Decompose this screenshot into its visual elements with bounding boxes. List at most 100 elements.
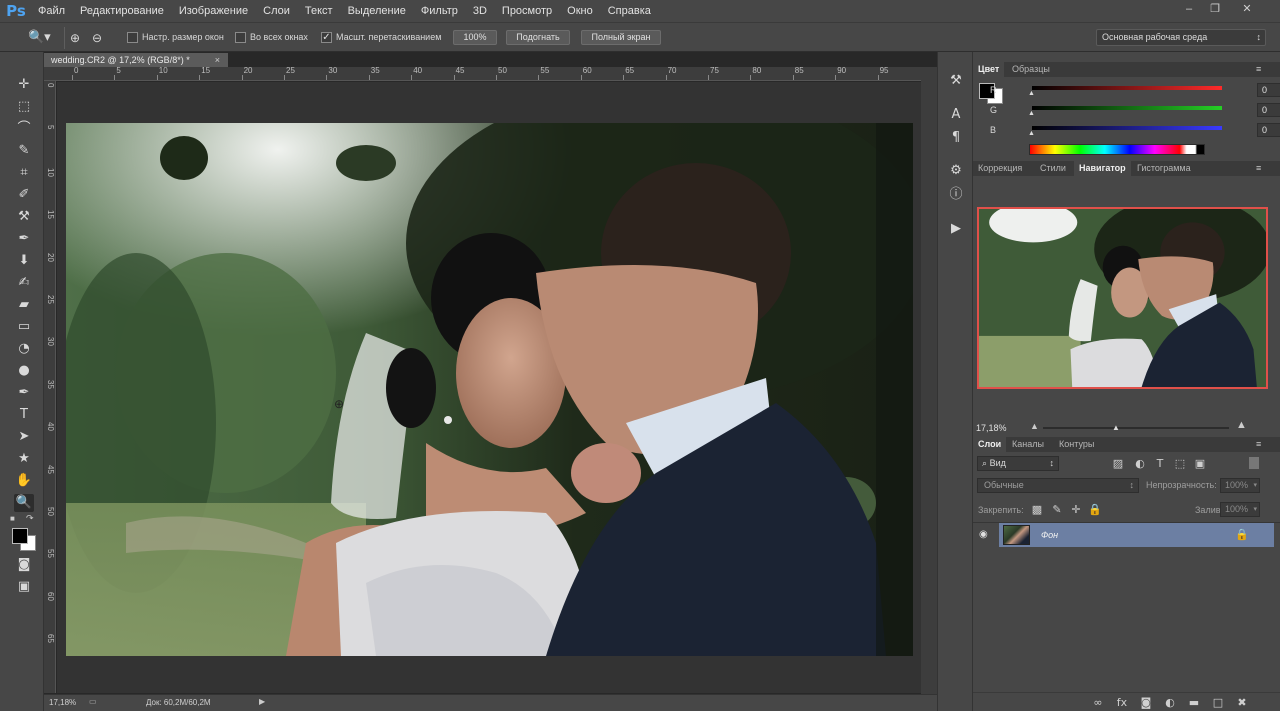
zoom-tool-icon[interactable]: 🔍 bbox=[14, 494, 34, 512]
navigator-zoom-in-icon[interactable]: ▲ bbox=[1236, 419, 1247, 431]
vertical-scrollbar[interactable] bbox=[921, 67, 937, 694]
shape-tool-icon[interactable]: ★ bbox=[14, 450, 34, 468]
layer-style-icon[interactable]: fx bbox=[1115, 696, 1129, 710]
minimize-icon[interactable]: – bbox=[1180, 2, 1198, 16]
tool-presets-icon[interactable]: ⚙ bbox=[947, 162, 965, 180]
navigator-preview[interactable] bbox=[977, 207, 1268, 389]
workspace-dropdown[interactable]: Основная рабочая среда ↕ bbox=[1096, 29, 1266, 46]
eraser-tool-icon[interactable]: ▰ bbox=[14, 296, 34, 314]
navigator-zoom-slider[interactable] bbox=[1043, 427, 1229, 429]
menu-window[interactable]: Окно bbox=[561, 0, 602, 22]
menu-type[interactable]: Текст bbox=[299, 0, 342, 22]
status-export-icon[interactable]: ▭ bbox=[89, 697, 97, 706]
tab-channels[interactable]: Каналы bbox=[1007, 437, 1049, 452]
menu-help[interactable]: Справка bbox=[602, 0, 660, 22]
filter-type-icon[interactable]: T bbox=[1153, 457, 1167, 471]
lock-pixels-icon[interactable]: ✎ bbox=[1050, 503, 1064, 517]
filter-shape-icon[interactable]: ⬚ bbox=[1173, 457, 1187, 471]
tab-layers[interactable]: Слои bbox=[973, 437, 1007, 452]
blur-tool-icon[interactable]: ◔ bbox=[14, 340, 34, 358]
menu-filter[interactable]: Фильтр bbox=[415, 0, 467, 22]
eyedropper-tool-icon[interactable]: ✐ bbox=[14, 186, 34, 204]
menu-edit[interactable]: Редактирование bbox=[74, 0, 173, 22]
close-icon[interactable]: ✕ bbox=[1238, 2, 1256, 16]
restore-icon[interactable]: ❐ bbox=[1206, 2, 1224, 16]
menu-select[interactable]: Выделение bbox=[342, 0, 415, 22]
tab-color[interactable]: Цвет bbox=[973, 62, 1005, 77]
color-spectrum-ramp[interactable] bbox=[1029, 144, 1205, 155]
blue-slider[interactable]: B ▲ 0 bbox=[990, 123, 1280, 137]
vertical-ruler[interactable]: 0 5 10 15 20 25 30 35 40 45 50 55 60 65 bbox=[44, 81, 56, 693]
move-tool-icon[interactable]: ✛ bbox=[14, 76, 34, 94]
panel-menu-icon[interactable]: ≡ bbox=[1251, 437, 1266, 452]
red-value[interactable]: 0 bbox=[1257, 83, 1280, 97]
hand-tool-icon[interactable]: ✋ bbox=[14, 472, 34, 490]
status-zoom[interactable]: 17,18% bbox=[49, 698, 76, 707]
red-thumb-icon[interactable]: ▲ bbox=[1028, 90, 1035, 97]
navigator-zoom-thumb-icon[interactable]: ▲ bbox=[1112, 423, 1120, 432]
tab-styles[interactable]: Стили bbox=[1035, 161, 1071, 176]
navigator-zoom-value[interactable]: 17,18% bbox=[976, 423, 1007, 433]
actual-pixels-button[interactable]: 100% bbox=[453, 30, 497, 45]
lock-position-icon[interactable]: ✛ bbox=[1069, 503, 1083, 517]
layer-name[interactable]: Фон bbox=[1041, 530, 1058, 540]
tab-paths[interactable]: Контуры bbox=[1054, 437, 1099, 452]
tab-adjustments[interactable]: Коррекция bbox=[973, 161, 1027, 176]
green-thumb-icon[interactable]: ▲ bbox=[1028, 110, 1035, 117]
status-menu-arrow-icon[interactable]: ▶ bbox=[259, 697, 265, 706]
red-slider[interactable]: R ▲ 0 bbox=[990, 83, 1280, 97]
add-mask-icon[interactable]: ◙ bbox=[1139, 696, 1153, 710]
pen-tool-icon[interactable]: ✒ bbox=[14, 384, 34, 402]
green-slider[interactable]: G ▲ 0 bbox=[990, 103, 1280, 117]
wedding-photo[interactable]: ⊕ bbox=[66, 123, 913, 656]
type-tool-icon[interactable]: T bbox=[14, 406, 34, 424]
menu-view[interactable]: Просмотр bbox=[496, 0, 561, 22]
tab-navigator[interactable]: Навигатор bbox=[1074, 161, 1131, 176]
info-icon[interactable]: ⓘ bbox=[947, 186, 965, 204]
menu-file[interactable]: Файл bbox=[32, 0, 74, 22]
clone-stamp-icon[interactable]: ⬇ bbox=[14, 252, 34, 270]
layer-filter-dropdown[interactable]: ⌕ Вид ↕ bbox=[977, 456, 1059, 471]
fit-screen-button[interactable]: Подогнать bbox=[506, 30, 570, 45]
blue-value[interactable]: 0 bbox=[1257, 123, 1280, 137]
marquee-tool-icon[interactable]: ⬚ bbox=[14, 98, 34, 116]
filter-adjustment-icon[interactable]: ◐ bbox=[1133, 457, 1147, 471]
history-brush-icon[interactable]: ✍ bbox=[14, 274, 34, 292]
gradient-tool-icon[interactable]: ▭ bbox=[14, 318, 34, 336]
tab-swatches[interactable]: Образцы bbox=[1007, 62, 1055, 77]
horizontal-ruler[interactable]: 0 5 10 15 20 25 30 35 40 45 50 55 60 65 70 75 80 85 90 95 bbox=[44, 67, 937, 81]
actions-icon[interactable]: ▶ bbox=[947, 220, 965, 238]
blue-thumb-icon[interactable]: ▲ bbox=[1028, 130, 1035, 137]
green-value[interactable]: 0 bbox=[1257, 103, 1280, 117]
scrubby-zoom-checkbox[interactable]: ✓ bbox=[321, 32, 332, 43]
screen-mode-icon[interactable]: ▣ bbox=[14, 578, 34, 596]
character-icon[interactable]: A bbox=[947, 106, 965, 124]
resize-windows-checkbox[interactable] bbox=[127, 32, 138, 43]
new-group-icon[interactable]: ▬ bbox=[1187, 696, 1201, 710]
brush-tool-icon[interactable]: ✒ bbox=[14, 230, 34, 248]
tab-histogram[interactable]: Гистограмма bbox=[1132, 161, 1196, 176]
healing-brush-icon[interactable]: ⚒ bbox=[14, 208, 34, 226]
dodge-tool-icon[interactable]: ● bbox=[14, 362, 34, 380]
all-windows-checkbox[interactable] bbox=[235, 32, 246, 43]
menu-3d[interactable]: 3D bbox=[467, 0, 496, 22]
layer-visibility-eye-icon[interactable]: ◉ bbox=[979, 529, 993, 541]
navigator-zoom-out-icon[interactable]: ▲ bbox=[1030, 421, 1039, 431]
swap-colors-icon[interactable]: ↷ bbox=[26, 513, 36, 523]
blend-mode-dropdown[interactable]: Обычные ↕ bbox=[977, 478, 1139, 493]
document-tab[interactable]: wedding.CR2 @ 17,2% (RGB/8*) * × bbox=[44, 53, 228, 67]
filter-toggle[interactable] bbox=[1249, 457, 1259, 469]
foreground-color-swatch[interactable] bbox=[12, 528, 28, 544]
path-selection-icon[interactable]: ➤ bbox=[14, 428, 34, 446]
fill-input[interactable]: 100% ▾ bbox=[1220, 502, 1260, 517]
lasso-tool-icon[interactable]: ⌒ bbox=[14, 120, 34, 138]
opacity-input[interactable]: 100% ▾ bbox=[1220, 478, 1260, 493]
new-layer-icon[interactable]: □ bbox=[1211, 696, 1225, 710]
panel-menu-icon[interactable]: ≡ bbox=[1251, 62, 1266, 77]
menu-image[interactable]: Изображение bbox=[173, 0, 257, 22]
full-screen-button[interactable]: Полный экран bbox=[581, 30, 661, 45]
filter-pixel-icon[interactable]: ▨ bbox=[1111, 457, 1125, 471]
adjustment-layer-icon[interactable]: ◐ bbox=[1163, 696, 1177, 710]
history-icon[interactable]: ⚒ bbox=[947, 72, 965, 90]
link-layers-icon[interactable]: ∞ bbox=[1091, 696, 1105, 710]
